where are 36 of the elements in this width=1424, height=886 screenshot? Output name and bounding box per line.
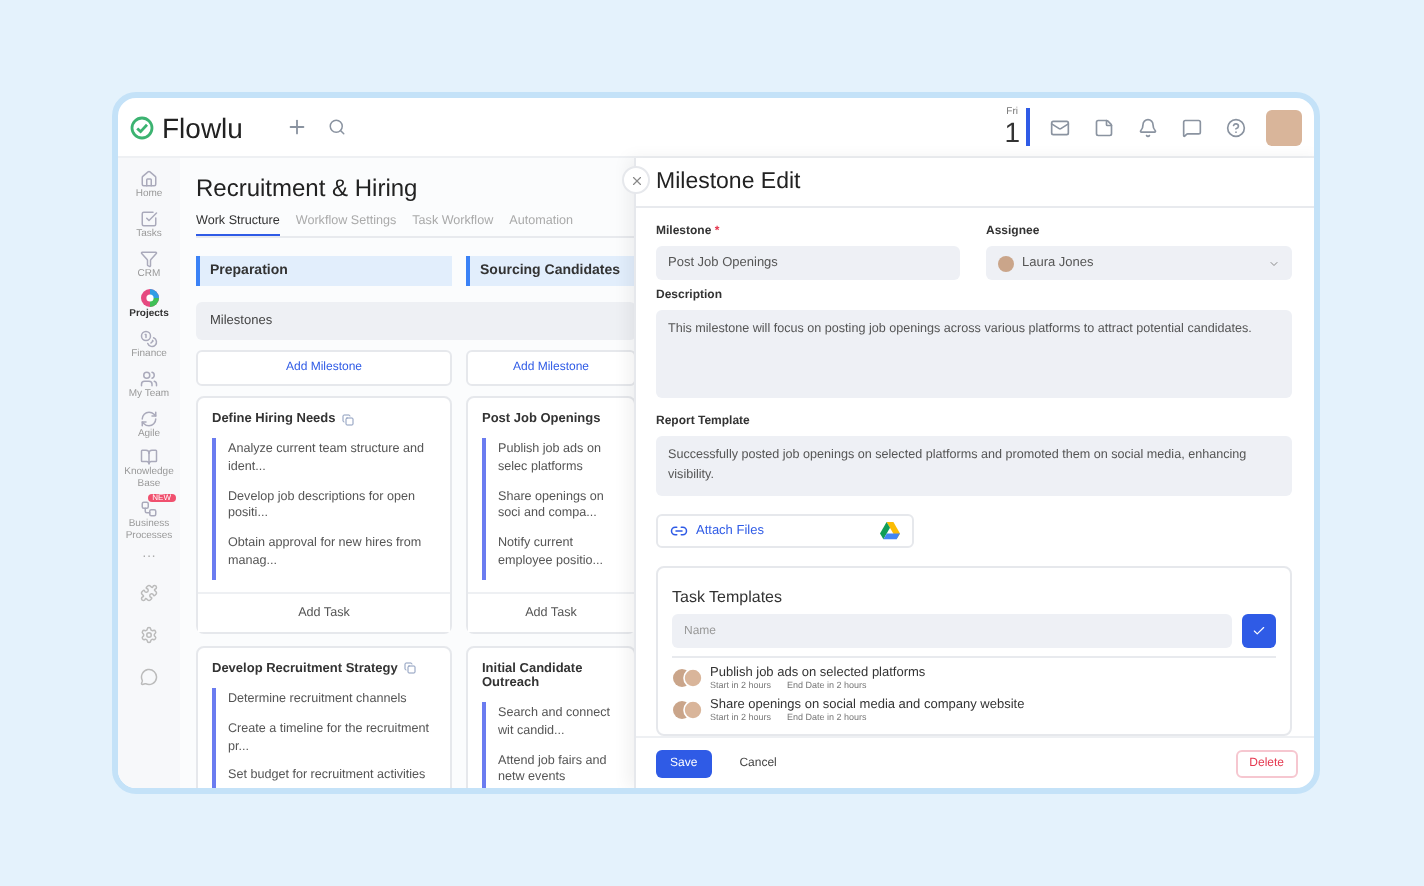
user-avatar[interactable] [1266, 109, 1302, 145]
search-icon[interactable] [328, 118, 346, 136]
sidebar-icon [140, 330, 158, 348]
note-icon[interactable] [1094, 117, 1114, 137]
section-title: Task Templates [672, 588, 784, 606]
avatar-pair-icon [672, 700, 704, 720]
sidebar-icon [140, 369, 158, 388]
mail-icon[interactable] [1050, 117, 1070, 137]
close-icon [629, 173, 643, 187]
chevron-down-icon [1268, 257, 1280, 269]
bell-icon[interactable] [1138, 117, 1158, 137]
app-logo[interactable]: Flowlu [162, 111, 243, 143]
sidebar-icon [140, 170, 158, 188]
confirm-button[interactable] [1242, 614, 1276, 648]
projects-icon [139, 288, 159, 309]
day-number: 1 [1004, 118, 1020, 146]
sidebar-icon [140, 499, 158, 518]
check-icon [1252, 624, 1266, 638]
sidebar-icon [140, 448, 158, 467]
copy-icon[interactable] [403, 662, 416, 675]
help-icon[interactable] [1226, 117, 1246, 137]
chat-bubble-icon[interactable] [140, 668, 158, 687]
sidebar-icon [140, 249, 158, 267]
puzzle-icon[interactable] [140, 584, 158, 603]
chat-icon[interactable] [1182, 117, 1202, 137]
link-icon [670, 522, 688, 540]
settings-icon[interactable] [140, 626, 158, 645]
avatar-pair-icon [672, 668, 704, 688]
close-button[interactable] [622, 166, 650, 194]
drive-icon [880, 522, 900, 540]
project-title: Recruitment & Hiring [196, 174, 420, 202]
sidebar-icon [140, 209, 158, 228]
check-circle-icon [130, 115, 154, 139]
copy-icon[interactable] [341, 413, 354, 425]
add-icon[interactable] [286, 116, 308, 138]
sidebar-icon [140, 409, 158, 427]
